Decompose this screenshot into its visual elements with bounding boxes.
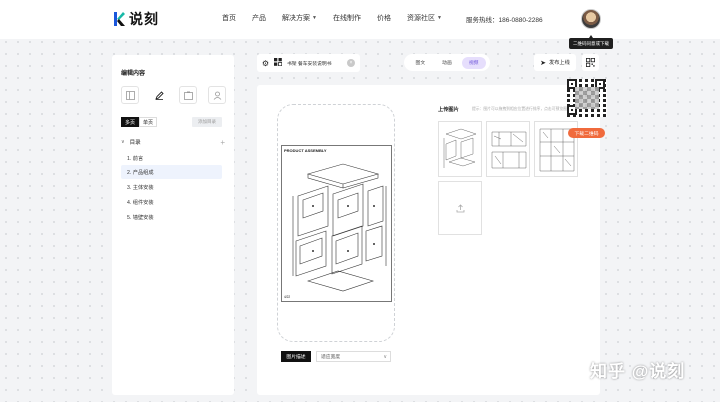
nav-label: 解决方案: [282, 15, 310, 22]
chevron-down-icon: ∨: [121, 139, 125, 145]
directory-header[interactable]: ∨ 目录 +: [121, 137, 225, 147]
image-thumbnail[interactable]: [438, 121, 482, 177]
directory-item[interactable]: 5. 墙壁安装: [121, 210, 222, 224]
edit-content-panel: 编辑内容 多页 单页 添加目录 ∨ 目录 + 1. 前言 2. 产品组成 3. …: [112, 55, 234, 395]
nav-label: 在线制作: [332, 15, 361, 22]
upload-icon: [456, 203, 464, 212]
qr-tooltip: 二维码同意或下载: [569, 35, 613, 49]
image-icon[interactable]: [179, 86, 197, 104]
panel-title: 编辑内容: [121, 71, 146, 77]
chevron-down-icon: ∨: [383, 353, 387, 360]
directory-item[interactable]: 3. 主体安装: [121, 180, 222, 194]
directory-item[interactable]: 4. 组件安装: [121, 195, 222, 209]
watermark: 知乎 @说刻: [590, 362, 686, 381]
tab-graphic[interactable]: 图文: [408, 57, 432, 69]
add-directory-button[interactable]: 添加目录: [192, 117, 222, 127]
grid-icon[interactable]: [273, 58, 282, 68]
fit-mode-value: 适应宽度: [321, 355, 341, 360]
page-number: 4/22: [284, 295, 291, 299]
file-toolbar: ⚙ 书架 餐车安装说明书 ×: [257, 54, 360, 72]
logo-mark-icon: [114, 12, 125, 26]
upload-images-title: 上传图片: [438, 107, 459, 113]
nav-community[interactable]: 资源社区 ▼: [407, 13, 442, 23]
nav-label: 产品: [252, 15, 266, 22]
brand-logo[interactable]: 说刻: [113, 10, 159, 28]
user-icon[interactable]: [208, 86, 226, 104]
top-header: 说刻 首页 产品 解决方案 ▼ 在线制作 价格 资源社区 ▼ 服务热线：186-08…: [0, 0, 720, 39]
chevron-down-icon: ▼: [436, 15, 442, 21]
download-qr-button[interactable]: 下载二维码: [568, 128, 605, 138]
directory-item[interactable]: 1. 前言: [121, 151, 222, 165]
nav-label: 首页: [222, 15, 236, 22]
nav-product[interactable]: 产品: [252, 13, 266, 23]
qr-code-popup: [567, 79, 607, 117]
file-name[interactable]: 书架 餐车安装说明书: [287, 60, 332, 67]
multi-page-button[interactable]: 多页: [121, 117, 139, 127]
furniture-exploded-drawing: [292, 163, 387, 292]
nav-pricing[interactable]: 价格: [377, 13, 391, 23]
page-mode-toggle: 多页 单页: [121, 117, 157, 127]
image-description-button[interactable]: 图片描述: [281, 351, 311, 362]
nav-solutions[interactable]: 解决方案 ▼: [282, 13, 317, 23]
upload-image-box[interactable]: [438, 181, 482, 235]
nav-label: 资源社区: [406, 15, 435, 22]
page-image-title: PRODUCT ASSEMBLY: [284, 148, 327, 153]
nav-online-make[interactable]: 在线制作: [333, 13, 361, 23]
main-nav: 首页 产品 解决方案 ▼ 在线制作 价格 资源社区 ▼: [222, 13, 458, 23]
qr-code-button[interactable]: [582, 54, 599, 71]
brand-name: 说刻: [129, 11, 159, 27]
image-thumbnail[interactable]: [486, 121, 530, 177]
user-avatar[interactable]: [581, 9, 601, 29]
gear-icon[interactable]: ⚙: [261, 59, 270, 68]
layout-icon[interactable]: [121, 86, 139, 104]
directory-title: 目录: [129, 140, 141, 146]
close-icon[interactable]: ×: [347, 59, 355, 67]
single-page-button[interactable]: 单页: [139, 117, 157, 127]
plus-icon[interactable]: +: [220, 138, 225, 147]
nav-home[interactable]: 首页: [222, 13, 236, 23]
qr-icon: [586, 58, 595, 67]
fit-mode-select[interactable]: 适应宽度 ∨: [316, 351, 391, 362]
publish-label: 发布上线: [549, 60, 570, 66]
pen-icon[interactable]: [150, 86, 168, 104]
send-icon: ➤: [540, 59, 547, 67]
publish-button[interactable]: ➤ 发布上线: [534, 54, 576, 71]
qr-mosaic: [575, 87, 599, 109]
assembly-page-image[interactable]: PRODUCT ASSEMBLY 4/22: [281, 145, 392, 302]
content-type-icons: [121, 86, 226, 104]
content-mode-tabs: 图文 动画 视频: [404, 54, 490, 71]
tab-video[interactable]: 视频: [461, 56, 486, 69]
service-hotline: 服务热线：186-0880-2286: [466, 17, 543, 24]
nav-label: 价格: [376, 15, 391, 22]
tab-animation[interactable]: 动画: [435, 57, 459, 69]
upload-hint: 提示：图片可以拖拽到相应位置进行排序，点击可预览图片: [472, 107, 571, 111]
chevron-down-icon: ▼: [312, 15, 317, 21]
directory-item-selected[interactable]: 2. 产品组成: [121, 165, 222, 179]
